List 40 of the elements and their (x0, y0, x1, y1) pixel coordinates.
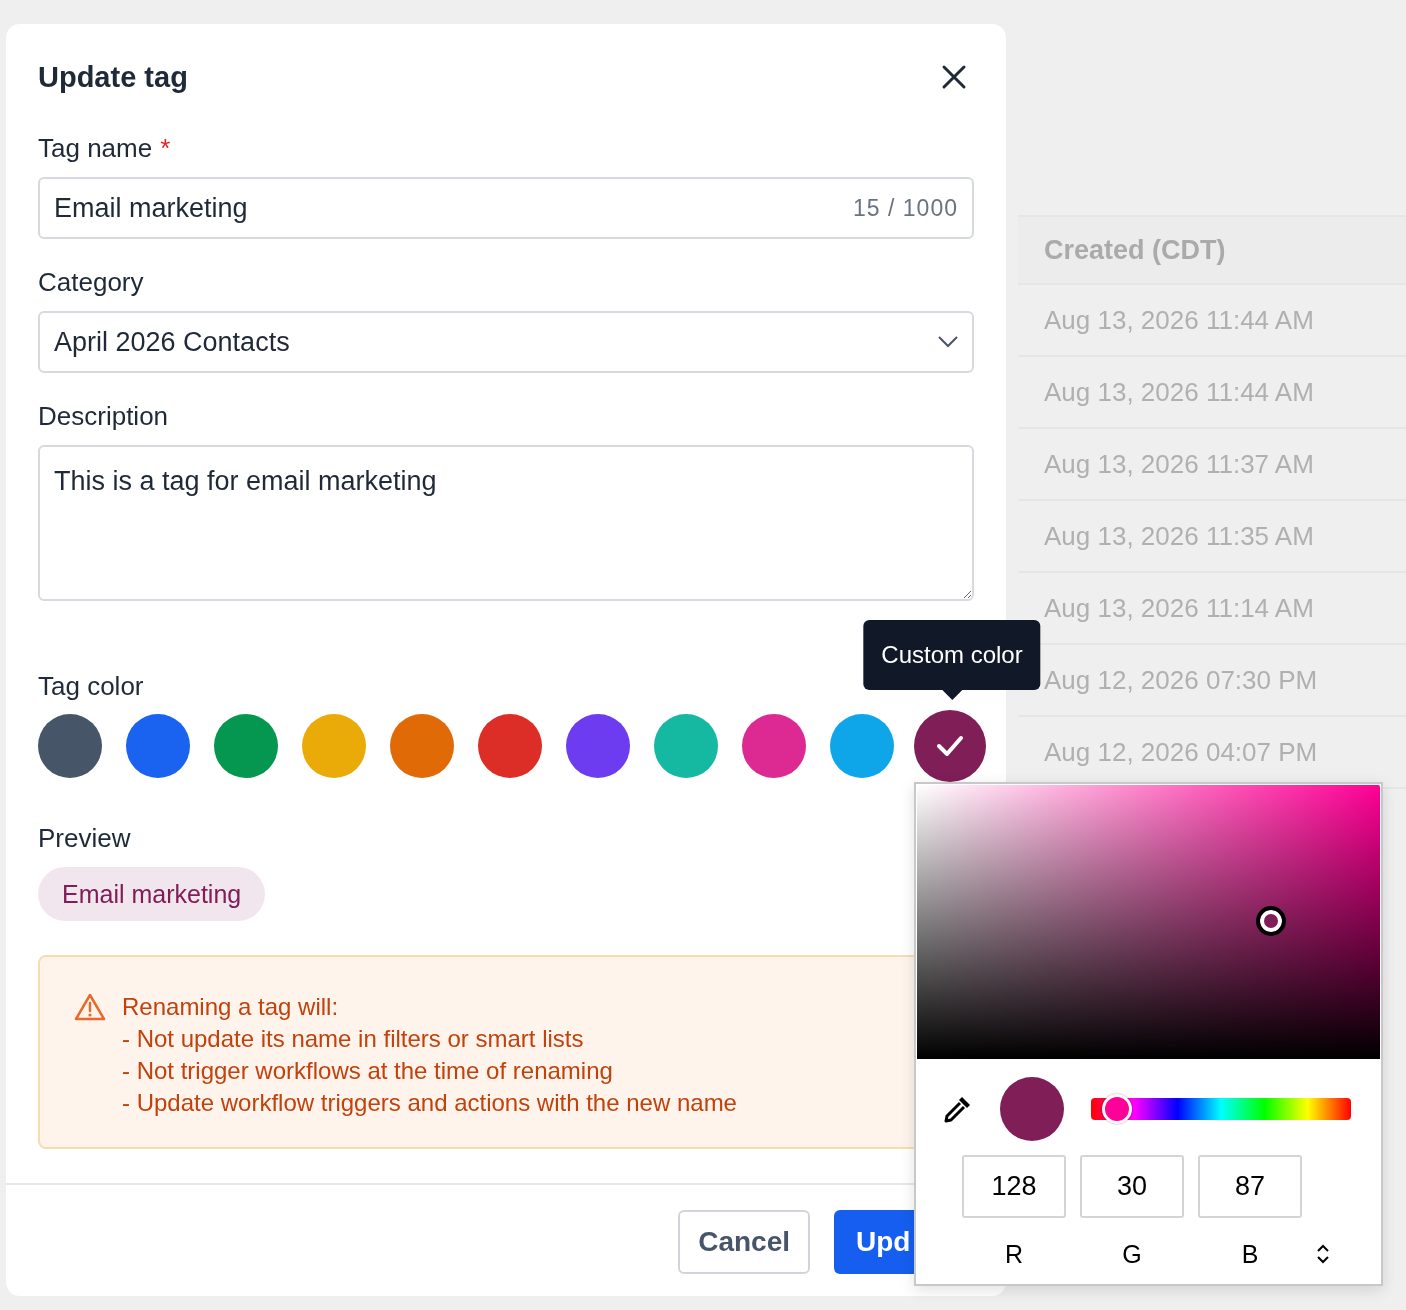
table-cell-text: Aug 13, 2026 11:14 AM (1044, 591, 1314, 625)
slider-thumb[interactable] (1102, 1094, 1132, 1124)
warning-text: - Not trigger workflows at the time of renaming (122, 1056, 614, 1086)
checkmark-icon (936, 735, 964, 757)
warning-title: Renaming a tag will: (122, 992, 340, 1022)
close-button[interactable] (940, 63, 968, 91)
number-input[interactable]: 87 (1198, 1155, 1302, 1218)
channel-label: B (1241, 1239, 1259, 1270)
dialog-title: Update tag (38, 60, 188, 95)
select-field[interactable]: April 2026 Contacts (38, 311, 974, 373)
field-label: Preview (38, 823, 131, 853)
field-label: Description (38, 401, 169, 431)
tag-pill: Email marketing (38, 867, 266, 921)
field-label: Tag name (38, 133, 153, 163)
column-header: Created (CDT) (1044, 233, 1226, 267)
color-handle[interactable] (1256, 906, 1287, 937)
tooltip-arrow (942, 690, 962, 700)
warning-text: - Update workflow triggers and actions with the new name (122, 1088, 737, 1118)
warning-icon (74, 993, 106, 1021)
channel-label: G (1122, 1239, 1142, 1270)
character-counter: 15 / 1000 (853, 193, 958, 223)
table-cell-text: Aug 12, 2026 04:07 PM (1044, 735, 1318, 769)
table-cell-text: Aug 13, 2026 11:37 AM (1044, 447, 1314, 481)
channel-label: R (1004, 1239, 1024, 1270)
field-label: Category (38, 267, 144, 297)
required-mark: * (160, 133, 171, 163)
field-label: Tag color (38, 671, 144, 701)
table-cell-text: Aug 12, 2026 07:30 PM (1044, 663, 1318, 697)
text-area[interactable]: This is a tag for email marketing (38, 445, 974, 601)
table-cell-text: Aug 13, 2026 11:35 AM (1044, 519, 1314, 553)
update-button[interactable]: Upd (834, 1210, 914, 1274)
warning-text: - Not update its name in filters or smart lists (122, 1024, 585, 1054)
table-cell-text: Aug 13, 2026 11:44 AM (1044, 303, 1314, 337)
table-cell-text: Aug 13, 2026 11:44 AM (1044, 375, 1314, 409)
number-input[interactable]: 128 (962, 1155, 1066, 1218)
chevron-down-icon (938, 336, 958, 348)
cancel-button[interactable]: Cancel (678, 1210, 810, 1274)
number-input[interactable]: 30 (1080, 1155, 1184, 1218)
hue-slider[interactable] (1091, 1098, 1351, 1120)
color-area[interactable] (917, 785, 1380, 1059)
